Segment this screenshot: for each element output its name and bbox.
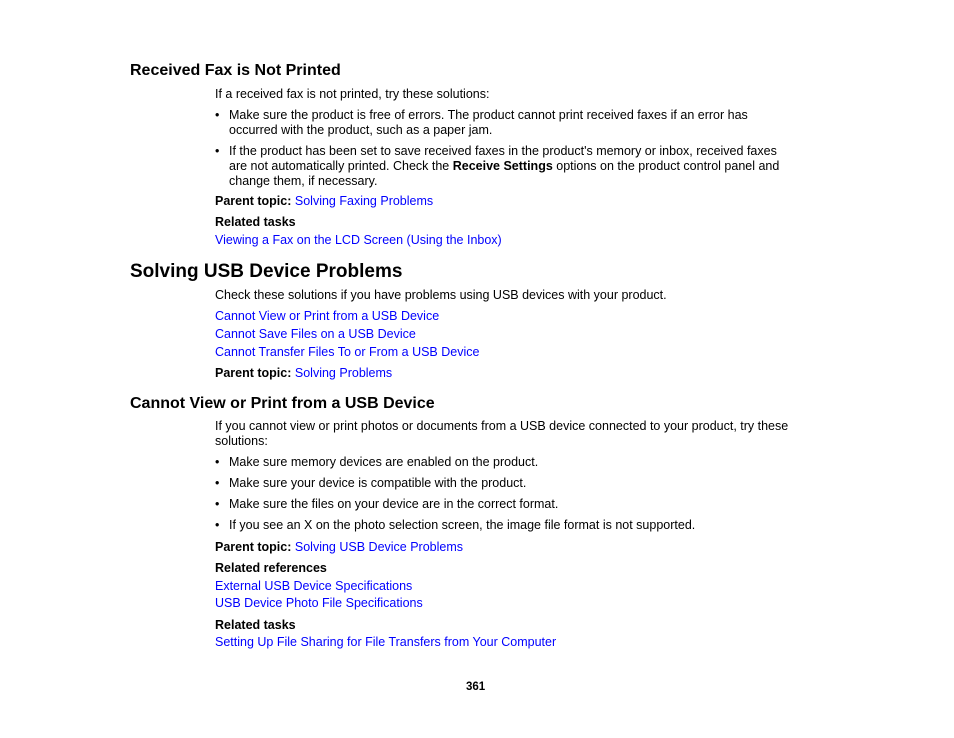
bullet-icon: • [215,144,220,158]
parent-topic: Parent topic: Solving Problems [215,366,393,380]
heading-cannot-view-print: Cannot View or Print from a USB Device [130,395,435,412]
bullet-icon: • [215,497,220,511]
link-usb-photo-file-specs[interactable]: USB Device Photo File Specifications [215,596,423,611]
view-intro-line2: solutions: [215,434,268,448]
link-cannot-view-print-usb[interactable]: Cannot View or Print from a USB Device [215,309,439,324]
bullet-icon: • [215,476,220,490]
related-tasks-label: Related tasks [215,618,296,632]
parent-topic: Parent topic: Solving Faxing Problems [215,194,434,208]
fax-intro: If a received fax is not printed, try th… [215,87,490,101]
page-number: 361 [466,681,486,693]
link-cannot-save-usb[interactable]: Cannot Save Files on a USB Device [215,327,416,342]
link-file-sharing-setup[interactable]: Setting Up File Sharing for File Transfe… [215,635,556,650]
link-solving-faxing-problems[interactable]: Solving Faxing Problems [295,194,433,208]
parent-topic: Parent topic: Solving USB Device Problem… [215,540,464,554]
heading-solving-usb: Solving USB Device Problems [130,261,403,282]
link-solving-usb-problems[interactable]: Solving USB Device Problems [295,540,463,554]
view-intro-line1: If you cannot view or print photos or do… [215,419,789,433]
receive-settings-term: Receive Settings [452,159,553,173]
related-tasks-label: Related tasks [215,215,296,229]
bullet-icon: • [215,455,220,469]
link-solving-problems[interactable]: Solving Problems [295,366,392,380]
link-viewing-fax-lcd[interactable]: Viewing a Fax on the LCD Screen (Using t… [215,233,502,248]
bullet-icon: • [215,518,220,532]
usb-intro: Check these solutions if you have proble… [215,288,667,302]
related-references-label: Related references [215,561,327,575]
bullet-icon: • [215,108,220,122]
link-external-usb-specs[interactable]: External USB Device Specifications [215,579,412,594]
heading-received-fax: Received Fax is Not Printed [130,62,341,79]
link-cannot-transfer-usb[interactable]: Cannot Transfer Files To or From a USB D… [215,345,479,360]
